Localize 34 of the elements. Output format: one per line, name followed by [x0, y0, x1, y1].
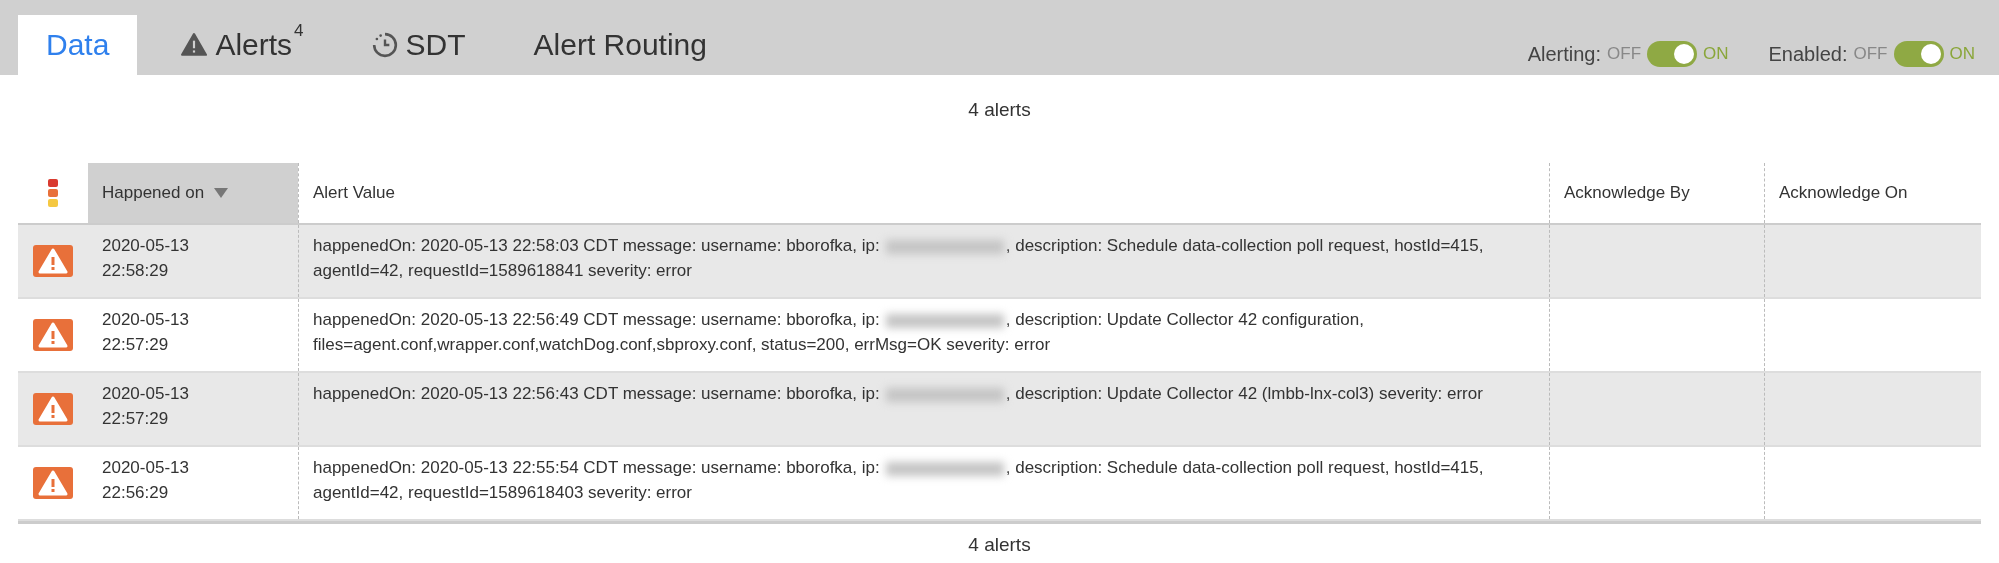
on-label: ON — [1949, 44, 1975, 64]
warning-icon — [181, 32, 208, 58]
tab[interactable]: SDT — [347, 15, 490, 75]
clock-icon — [371, 32, 398, 58]
off-label: OFF — [1853, 44, 1888, 64]
alert-value: happenedOn: 2020-05-13 22:58:03 CDT message: username: bborofka, ip: , description: Schedule data-collection poll request, hostId=415, agentId=42, requestId=1589618841 severity: error — [313, 235, 1485, 282]
column-header[interactable]: Happened on — [88, 163, 298, 223]
severity-icon — [47, 178, 59, 208]
alert-count: 4 alerts — [967, 98, 1032, 122]
tab[interactable]: Alert Routing — [509, 15, 731, 75]
warning-icon — [33, 393, 73, 425]
alert-value: happenedOn: 2020-05-13 22:56:49 CDT message: username: bborofka, ip: , description: Update Collector 42 configuration, files=agent.conf,wrapper.conf,watchDog.conf,sbproxy.conf, status=200, errMsg=OK severity: error — [313, 309, 1365, 356]
on-label: ON — [1703, 44, 1729, 64]
alert-value: happenedOn: 2020-05-13 22:55:54 CDT message: username: bborofka, ip: , description: Schedule data-collection poll request, hostId=415, agentId=42, requestId=1589618403 severity: error — [313, 457, 1485, 504]
toggle-label: Enabled: — [1768, 42, 1848, 66]
timestamp: 2020-05-13 22:58:29 — [102, 236, 189, 280]
warning-icon — [33, 245, 73, 277]
timestamp: 2020-05-13 22:56:29 — [102, 458, 189, 502]
toggle-switch[interactable] — [1647, 41, 1698, 67]
timestamp: 2020-05-13 22:57:29 — [102, 310, 189, 354]
column-header[interactable]: Acknowledge On — [1764, 163, 1981, 223]
column-header[interactable]: Alert Value — [298, 163, 1549, 223]
sort-icon — [214, 188, 229, 198]
alert-count: 4 alerts — [967, 533, 1032, 557]
toggle-switch[interactable] — [1893, 41, 1944, 67]
tab[interactable]: Alerts$^{4}$ — [157, 15, 328, 75]
timestamp: 2020-05-13 22:57:29 — [102, 384, 189, 428]
tab[interactable]: Data — [18, 15, 138, 75]
off-label: OFF — [1607, 44, 1642, 64]
warning-icon — [33, 467, 73, 499]
warning-icon — [33, 319, 73, 351]
column-header[interactable]: Acknowledge By — [1549, 163, 1764, 223]
toggle-label: Alerting: — [1527, 42, 1602, 66]
alert-value: happenedOn: 2020-05-13 22:56:43 CDT message: username: bborofka, ip: , description: Update Collector 42 (lmbb-lnx-col3) severity: error — [313, 383, 1484, 405]
